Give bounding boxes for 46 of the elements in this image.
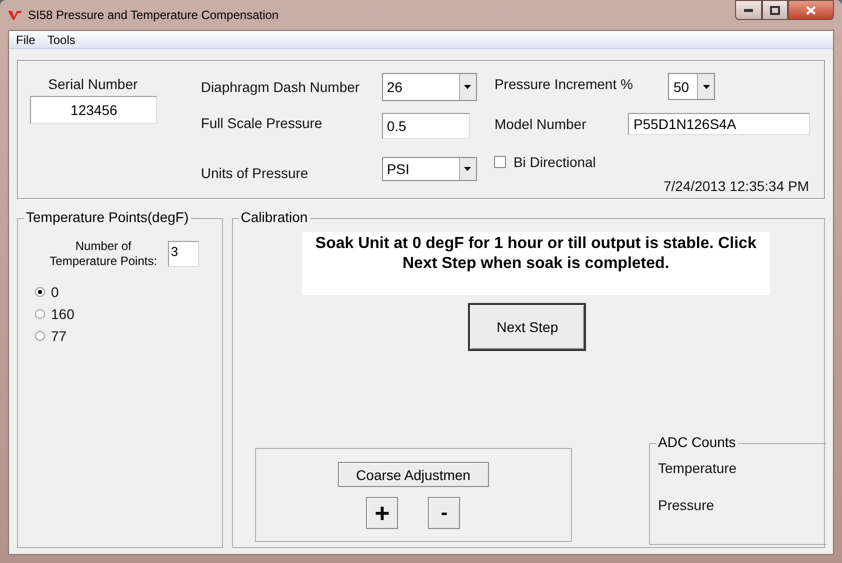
radio-label: 160	[51, 306, 74, 322]
radio-button[interactable]	[35, 331, 45, 341]
dropdown-arrow-icon	[702, 84, 710, 88]
instruction-message: Soak Unit at 0 degF for 1 hour or till output is stable. Click Next Step when soak is completed.	[302, 232, 770, 295]
menu-item[interactable]: Tools	[41, 32, 82, 46]
radio-button[interactable]	[35, 309, 45, 319]
increment-dropdown[interactable]: 50	[668, 73, 716, 100]
field-label: Units of Pressure	[200, 165, 310, 181]
window-title: SI58 Pressure and Temperature Compensation	[28, 8, 280, 22]
next-step-button[interactable]: Next Step	[468, 303, 586, 351]
reading-label: Pressure	[658, 497, 716, 513]
maximize-icon	[770, 6, 780, 14]
app-logo-icon	[8, 10, 22, 20]
serial-number-field[interactable]: 123456	[30, 96, 158, 124]
minimize-icon	[744, 8, 753, 12]
group-title: Temperature Points(degF)	[24, 209, 191, 225]
field-label: Serial Number	[48, 76, 138, 92]
field-label: Pressure Increment %	[494, 76, 634, 92]
timestamp: 7/24/2013 12:35:34 PM	[663, 178, 809, 194]
checkbox-label: Bi Directional	[513, 154, 596, 170]
dropdown-arrow-icon	[464, 85, 472, 89]
field-label: Model Number	[494, 116, 588, 132]
close-icon	[806, 6, 816, 14]
pressure-field[interactable]: 0.5	[382, 113, 470, 139]
plus-button[interactable]: +	[366, 497, 398, 529]
menu-item[interactable]: File	[10, 32, 42, 46]
coarse-adjustment-button[interactable]: Coarse Adjustmen	[338, 462, 489, 487]
point-count-field[interactable]: 3	[168, 241, 199, 267]
minus-button[interactable]: -	[428, 497, 460, 529]
dropdown-arrow-icon	[464, 167, 472, 171]
checkbox[interactable]	[494, 156, 506, 168]
dash-number-dropdown[interactable]: 26	[382, 73, 477, 101]
field-label: Diaphragm Dash Number	[200, 79, 361, 95]
radio-label: 0	[51, 284, 59, 300]
reading-label: Temperature	[658, 460, 738, 476]
group-title: ADC Counts	[656, 434, 738, 450]
minimize-button[interactable]	[735, 0, 762, 20]
close-button[interactable]	[788, 0, 834, 20]
radio-label: 77	[51, 328, 67, 344]
radio-button[interactable]	[35, 287, 45, 297]
field-label: Number of Temperature Points:	[48, 239, 158, 269]
group-title: Calibration	[238, 209, 310, 225]
model-number-field[interactable]: P55D1N126S4A	[628, 113, 810, 135]
field-label: Full Scale Pressure	[200, 115, 324, 131]
units-dropdown[interactable]: PSI	[382, 157, 477, 181]
maximize-button[interactable]	[762, 0, 788, 20]
